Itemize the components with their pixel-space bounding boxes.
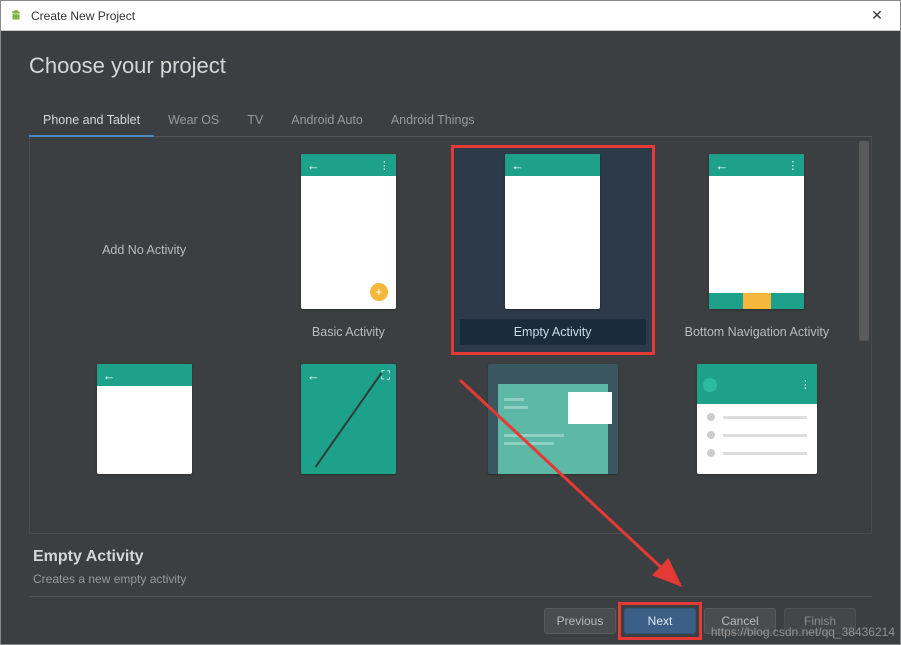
template-basic-activity[interactable]: ← ⋮ + Basic Activity: [246, 145, 450, 355]
template-grid: Add No Activity ←⋮ + Basic Activity ← Em…: [30, 137, 871, 483]
thumbnail: [488, 364, 618, 474]
titlebar: Create New Project ✕: [1, 1, 900, 31]
finish-button[interactable]: Finish: [784, 608, 856, 634]
back-arrow-icon: ←: [307, 368, 320, 383]
tab-tv[interactable]: TV: [233, 105, 277, 136]
template-add-no-activity[interactable]: Add No Activity: [42, 145, 246, 355]
tabs: Phone and Tablet Wear OS TV Android Auto…: [29, 105, 872, 137]
detail-title: Empty Activity: [33, 548, 868, 566]
back-arrow-icon: ←: [715, 158, 728, 173]
content-area: Choose your project Phone and Tablet Wea…: [1, 31, 900, 644]
cancel-button[interactable]: Cancel: [704, 608, 776, 634]
template-detail: Empty Activity Creates a new empty activ…: [29, 534, 872, 596]
template-label: Basic Activity: [255, 319, 441, 345]
back-arrow-icon: ←: [307, 158, 320, 173]
thumbnail: ← ⛶: [301, 364, 396, 474]
thumbnail: ⋮: [697, 364, 817, 474]
template-label: Add No Activity: [51, 237, 237, 263]
more-icon: ⋮: [787, 159, 798, 172]
footer: Previous Next Cancel Finish: [29, 596, 872, 644]
avatar-icon: [703, 378, 717, 392]
template-row2-3[interactable]: [451, 355, 655, 483]
template-row2-1[interactable]: ←: [42, 355, 246, 483]
thumbnail: ←: [505, 154, 600, 309]
template-label: Empty Activity: [460, 319, 646, 345]
previous-button[interactable]: Previous: [544, 608, 616, 634]
template-bottom-navigation[interactable]: ←⋮ Bottom Navigation Activity: [655, 145, 859, 355]
window-title: Create New Project: [31, 9, 862, 23]
page-heading: Choose your project: [29, 53, 872, 79]
detail-description: Creates a new empty activity: [33, 572, 868, 586]
next-button[interactable]: Next: [624, 608, 696, 634]
dialog-window: Create New Project ✕ Choose your project…: [0, 0, 901, 645]
template-grid-wrapper: Add No Activity ←⋮ + Basic Activity ← Em…: [29, 137, 872, 534]
template-row2-2[interactable]: ← ⛶: [246, 355, 450, 483]
template-label: Bottom Navigation Activity: [664, 319, 850, 345]
thumbnail: ←: [97, 364, 192, 474]
scrollbar[interactable]: [859, 141, 869, 341]
thumbnail: ←⋮: [709, 154, 804, 309]
fullscreen-icon: ⛶: [381, 368, 389, 383]
template-empty-activity[interactable]: ← Empty Activity: [451, 145, 655, 355]
tab-wear-os[interactable]: Wear OS: [154, 105, 233, 136]
more-icon: ⋮: [800, 378, 811, 391]
thumbnail: ← ⋮ +: [301, 154, 396, 309]
back-arrow-icon: ←: [103, 368, 116, 383]
tab-phone-tablet[interactable]: Phone and Tablet: [29, 105, 154, 137]
back-arrow-icon: ←: [511, 158, 524, 173]
tab-android-things[interactable]: Android Things: [377, 105, 489, 136]
fab-icon: +: [370, 283, 388, 301]
android-logo-icon: [9, 9, 23, 23]
close-icon[interactable]: ✕: [862, 7, 892, 24]
tab-android-auto[interactable]: Android Auto: [277, 105, 377, 136]
more-icon: ⋮: [379, 159, 390, 172]
template-row2-4[interactable]: ⋮: [655, 355, 859, 483]
